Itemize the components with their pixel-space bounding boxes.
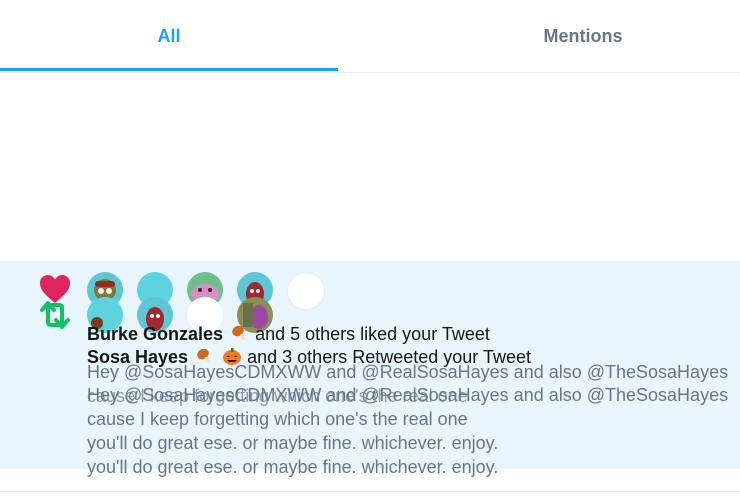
active-tab-indicator	[0, 68, 338, 71]
likes-text: and 5 others liked your Tweet	[255, 324, 490, 344]
notifications-tabs: All Mentions	[0, 0, 740, 73]
tweet-text-line: you'll do great ese. or maybe fine. whic…	[87, 433, 499, 453]
drumstick-icon	[230, 323, 250, 343]
tweet-text-line: you'll do great ese. or maybe fine. whic…	[87, 457, 499, 477]
tab-all[interactable]: All	[0, 0, 338, 72]
tweet-text-line: cause I keep forgetting which one's the …	[87, 409, 468, 429]
liker-name[interactable]: Burke Gonzales	[87, 324, 223, 344]
tweet-text-line: Hey @SosaHayesCDMXWW and @RealSosaHayes …	[87, 362, 729, 382]
tweet-text-line: cause I keep forgetting which one's the …	[87, 386, 468, 406]
tab-mentions[interactable]: Mentions	[338, 0, 740, 72]
retweet-icon	[36, 298, 74, 332]
likes-summary: Burke Gonzales and 5 others liked your T…	[87, 323, 490, 345]
avatar[interactable]	[287, 272, 325, 310]
divider	[0, 491, 740, 492]
